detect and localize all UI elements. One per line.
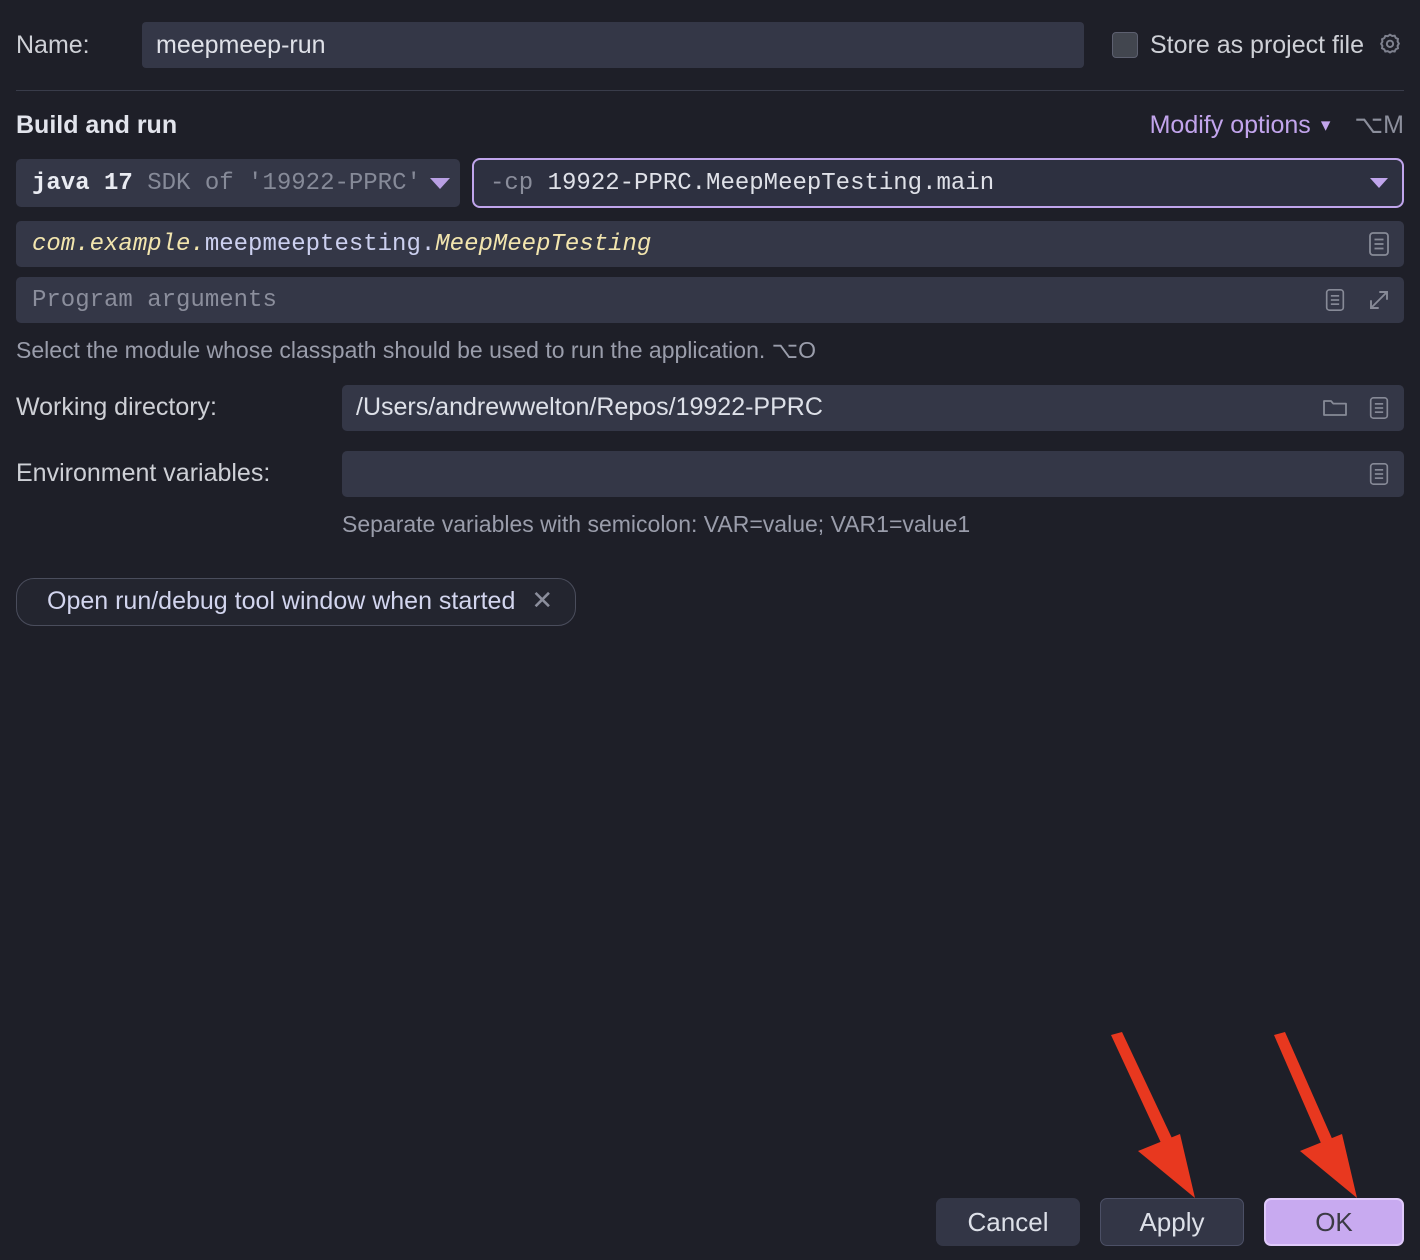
build-and-run-header: Build and run Modify options ▾ ⌥M — [16, 91, 1404, 151]
name-input[interactable] — [142, 22, 1084, 68]
folder-icon[interactable] — [1320, 393, 1350, 423]
chevron-down-icon[interactable] — [1370, 178, 1388, 188]
environment-variables-field[interactable] — [342, 450, 1404, 497]
open-tool-window-label: Open run/debug tool window when started — [47, 586, 516, 615]
option-chip-area: Open run/debug tool window when started … — [16, 578, 1404, 627]
classpath-value: 19922-PPRC.MeepMeepTesting.main — [547, 169, 995, 197]
cancel-button[interactable]: Cancel — [936, 1198, 1080, 1246]
store-as-project-file-label: Store as project file — [1150, 30, 1364, 59]
modify-options-group[interactable]: Modify options ▾ ⌥M — [1150, 110, 1404, 140]
main-class-package: com.example. — [32, 230, 205, 258]
run-configuration-dialog: Name: Store as project file Build and ru… — [0, 0, 1420, 1260]
close-icon[interactable]: ✕ — [531, 587, 553, 613]
chevron-down-icon[interactable] — [430, 177, 450, 189]
program-arguments-field[interactable]: Program arguments — [16, 277, 1404, 323]
document-list-icon[interactable] — [1320, 285, 1350, 315]
main-class-field[interactable]: com.example.meepmeeptesting.MeepMeepTest… — [16, 221, 1404, 267]
sdk-and-classpath-row: java 17 SDK of '19922-PPRC' -cp 19922-PP… — [16, 157, 1404, 209]
modify-options-shortcut: ⌥M — [1354, 111, 1404, 139]
store-as-project-file-checkbox[interactable] — [1112, 32, 1138, 58]
document-list-icon[interactable] — [1364, 393, 1394, 423]
module-hint: Select the module whose classpath should… — [16, 337, 817, 363]
ok-button[interactable]: OK — [1264, 1198, 1404, 1246]
working-directory-field[interactable]: /Users/andrewwelton/Repos/19922-PPRC — [342, 384, 1404, 431]
classpath-prefix: -cp — [490, 169, 534, 197]
working-directory-label: Working directory: — [16, 393, 217, 422]
environment-variables-hint: Separate variables with semicolon: VAR=v… — [342, 510, 971, 537]
apply-button[interactable]: Apply — [1100, 1198, 1244, 1246]
sdk-detail: SDK of '19922-PPRC' — [147, 169, 421, 197]
classpath-combobox[interactable]: -cp 19922-PPRC.MeepMeepTesting.main — [472, 158, 1404, 208]
environment-variables-row: Environment variables: — [16, 450, 1404, 497]
document-list-icon[interactable] — [1364, 229, 1394, 259]
store-as-project-file-group[interactable]: Store as project file — [1112, 31, 1404, 60]
section-title: Build and run — [16, 110, 178, 139]
gear-icon[interactable] — [1376, 31, 1404, 59]
main-class-name: MeepMeepTesting — [435, 230, 652, 258]
main-class-subpackage: meepmeeptesting. — [204, 230, 436, 258]
expand-arrows-icon[interactable] — [1364, 285, 1394, 315]
working-directory-row: Working directory: /Users/andrewwelton/R… — [16, 384, 1404, 431]
working-directory-value: /Users/andrewwelton/Repos/19922-PPRC — [356, 393, 823, 422]
classpath-text: -cp 19922-PPRC.MeepMeepTesting.main — [490, 170, 1370, 197]
sdk-combobox-text: java 17 SDK of '19922-PPRC' — [32, 170, 422, 197]
name-label: Name: — [16, 30, 90, 59]
sdk-name: java 17 — [32, 169, 133, 197]
environment-variables-label: Environment variables: — [16, 459, 271, 488]
program-arguments-placeholder: Program arguments — [32, 286, 277, 314]
name-row: Name: Store as project file — [16, 0, 1404, 78]
modify-options-link[interactable]: Modify options — [1150, 111, 1311, 140]
open-tool-window-chip[interactable]: Open run/debug tool window when started … — [16, 578, 577, 627]
main-class-value: com.example.meepmeeptesting.MeepMeepTest… — [32, 231, 1364, 258]
sdk-combobox[interactable]: java 17 SDK of '19922-PPRC' — [16, 159, 460, 207]
document-list-icon[interactable] — [1364, 459, 1394, 489]
dialog-button-bar: Cancel Apply OK — [936, 1198, 1404, 1246]
chevron-down-icon[interactable]: ▾ — [1321, 114, 1331, 137]
